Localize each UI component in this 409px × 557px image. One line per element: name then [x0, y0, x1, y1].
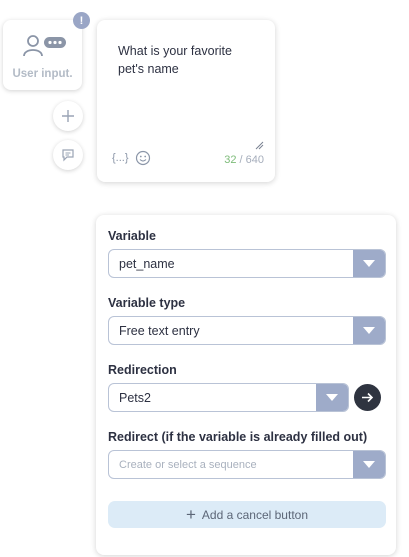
plus-icon: +	[185, 505, 196, 524]
chevron-down-icon	[363, 260, 375, 267]
character-counter: 32 / 640	[224, 154, 264, 166]
comment-icon	[62, 149, 74, 162]
variable-value: pet_name	[119, 257, 175, 271]
input-settings-panel: Variable pet_name Variable type Free tex…	[96, 215, 396, 555]
variable-select[interactable]: pet_name	[108, 249, 386, 278]
redirect-if-filled-label: Redirect (if the variable is already fil…	[108, 430, 368, 444]
redirection-label: Redirection	[108, 363, 177, 377]
char-separator: /	[236, 154, 246, 166]
variable-dropdown-button[interactable]	[353, 250, 385, 277]
resize-handle-icon[interactable]	[255, 141, 264, 150]
redirection-value: Pets2	[119, 391, 151, 405]
variable-type-label: Variable type	[108, 296, 186, 310]
plus-icon	[62, 110, 74, 122]
char-max: 640	[245, 154, 264, 166]
redirect-if-filled-dropdown-button[interactable]	[353, 451, 385, 478]
message-text[interactable]: What is your favorite pet's name	[118, 42, 258, 78]
alert-badge[interactable]: !	[73, 12, 90, 29]
redirection-select[interactable]: Pets2	[108, 383, 349, 412]
arrow-right-icon	[362, 392, 374, 403]
variable-label: Variable	[108, 229, 156, 243]
chevron-down-icon	[363, 327, 375, 334]
variable-type-dropdown-button[interactable]	[353, 317, 385, 344]
emoji-icon[interactable]	[135, 150, 151, 166]
chevron-down-icon	[363, 461, 375, 468]
add-cancel-button[interactable]: + Add a cancel button	[108, 501, 386, 528]
redirection-dropdown-button[interactable]	[316, 384, 348, 411]
add-step-button[interactable]	[53, 101, 83, 131]
redirect-if-filled-placeholder: Create or select a sequence	[119, 459, 257, 471]
variable-type-value: Free text entry	[119, 324, 200, 338]
add-comment-button[interactable]	[53, 140, 83, 170]
user-chat-icon	[23, 35, 66, 57]
node-label: User input.	[12, 68, 73, 80]
message-editor[interactable]: What is your favorite pet's name {...} 3…	[97, 20, 275, 182]
user-input-node[interactable]: User input.	[3, 20, 82, 90]
insert-variable-button[interactable]: {...}	[112, 152, 129, 164]
redirect-if-filled-select[interactable]: Create or select a sequence	[108, 450, 386, 479]
char-used: 32	[224, 154, 237, 166]
add-cancel-button-label: Add a cancel button	[201, 507, 308, 522]
variable-type-select[interactable]: Free text entry	[108, 316, 386, 345]
go-to-sequence-button[interactable]	[354, 384, 381, 411]
chevron-down-icon	[326, 394, 338, 401]
